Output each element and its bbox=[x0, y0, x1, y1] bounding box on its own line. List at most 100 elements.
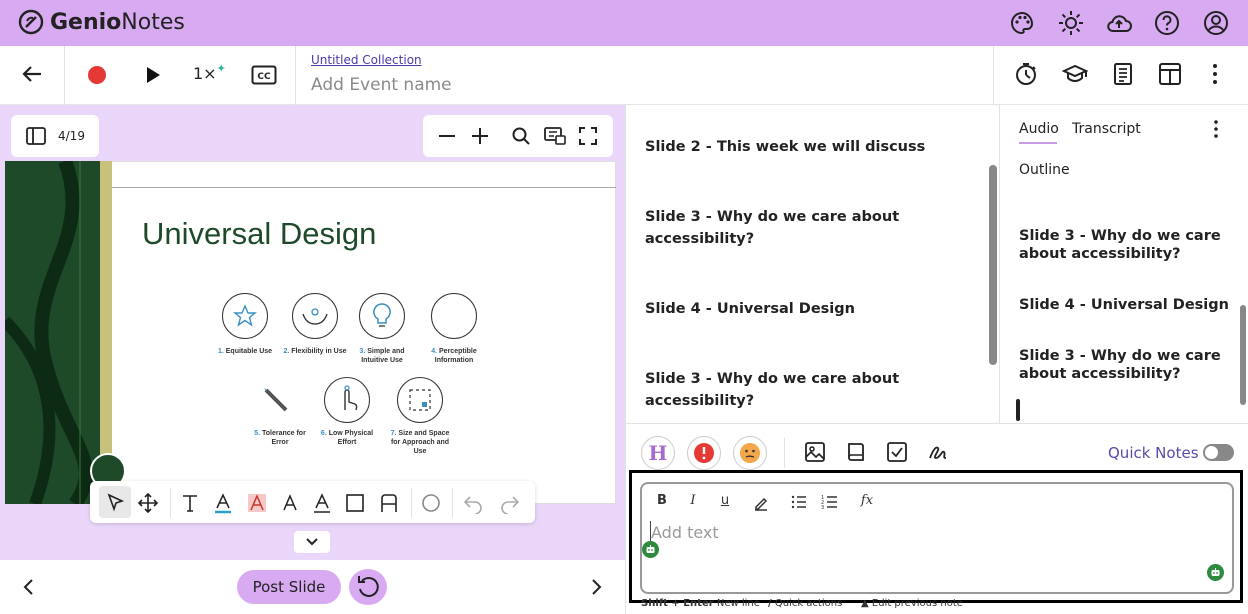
timer-icon[interactable] bbox=[1013, 61, 1041, 89]
hand-touch-icon bbox=[324, 377, 370, 423]
frame-icon[interactable] bbox=[378, 492, 400, 514]
bullet-list-icon[interactable] bbox=[790, 493, 808, 511]
principle-label: 3. Simple and Intuitive Use bbox=[359, 348, 405, 364]
record-button[interactable] bbox=[88, 66, 106, 84]
closed-captions-icon[interactable]: CC bbox=[251, 65, 277, 85]
play-icon[interactable] bbox=[143, 65, 163, 85]
heading-button[interactable]: H bbox=[641, 436, 675, 470]
cloud-upload-icon[interactable] bbox=[1105, 9, 1133, 37]
note-item[interactable]: Slide 3 - Why do we care about accessibi… bbox=[645, 368, 975, 412]
font-icon[interactable] bbox=[279, 492, 301, 514]
fullscreen-icon[interactable] bbox=[578, 126, 598, 146]
perceptible-info-icon bbox=[431, 293, 477, 339]
ai-assistant-icon[interactable] bbox=[642, 541, 659, 558]
event-name-input[interactable]: Add Event name bbox=[311, 75, 452, 95]
more-vert-icon[interactable] bbox=[1202, 61, 1230, 89]
app-logo[interactable]: Genio Notes bbox=[18, 9, 185, 35]
book-icon[interactable] bbox=[844, 440, 868, 464]
outline-item[interactable]: Slide 3 - Why do we care about accessibi… bbox=[1019, 347, 1229, 383]
reset-button[interactable] bbox=[349, 569, 387, 605]
divider bbox=[625, 105, 626, 614]
notes-icon[interactable] bbox=[1110, 61, 1138, 89]
zoom-in-icon[interactable] bbox=[470, 126, 490, 146]
rotate-icon bbox=[358, 576, 379, 597]
prev-slide-icon[interactable] bbox=[20, 577, 38, 597]
highlight-text-icon[interactable] bbox=[246, 492, 268, 514]
flexibility-icon bbox=[292, 293, 338, 339]
speed-label: 1× bbox=[193, 64, 217, 83]
alert-icon bbox=[694, 443, 714, 463]
equitable-use-icon bbox=[222, 293, 268, 339]
pencil-icon bbox=[260, 384, 292, 416]
undo-icon[interactable] bbox=[462, 492, 484, 514]
post-slide-button[interactable]: Post Slide bbox=[237, 570, 341, 604]
important-button[interactable] bbox=[687, 436, 721, 470]
principle-label: 2. Flexibility in Use bbox=[283, 348, 347, 355]
zoom-out-icon[interactable] bbox=[437, 126, 457, 146]
underline-icon[interactable]: u bbox=[716, 493, 734, 511]
sidebar-toggle-icon[interactable] bbox=[25, 126, 47, 146]
principle-label: 7. Size and Space for Approach and Use bbox=[390, 430, 450, 455]
page-indicator: 4/19 bbox=[58, 129, 85, 143]
shortcut-hint: / Quick actions bbox=[768, 598, 843, 609]
tab-transcript[interactable]: Transcript bbox=[1072, 121, 1141, 137]
next-slide-icon[interactable] bbox=[587, 577, 605, 597]
principle-label: 4. Perceptible Information bbox=[431, 348, 477, 364]
note-item[interactable]: Slide 4 - Universal Design bbox=[645, 298, 975, 320]
principle-label: 6. Low Physical Effort bbox=[320, 430, 374, 446]
divider bbox=[170, 488, 171, 518]
screen-capture-icon[interactable] bbox=[543, 125, 567, 147]
redo-icon[interactable] bbox=[499, 492, 521, 514]
ai-assistant-icon[interactable] bbox=[1207, 564, 1224, 581]
sparkle-icon: ✦ bbox=[216, 62, 226, 75]
principle-label: 1. Equitable Use bbox=[217, 348, 273, 355]
active-tab-indicator bbox=[1019, 142, 1057, 144]
brightness-icon[interactable] bbox=[1057, 9, 1085, 37]
panel-more-icon[interactable] bbox=[1205, 118, 1227, 140]
note-item[interactable]: Slide 3 - Why do we care about accessibi… bbox=[645, 206, 975, 250]
italic-icon[interactable]: I bbox=[684, 493, 702, 511]
confused-button[interactable] bbox=[733, 436, 767, 470]
formula-icon[interactable]: fx bbox=[858, 493, 876, 511]
playback-speed[interactable]: 1×✦ bbox=[193, 62, 226, 83]
text-tool-icon[interactable] bbox=[179, 492, 201, 514]
search-icon[interactable] bbox=[511, 126, 531, 146]
tab-audio[interactable]: Audio bbox=[1019, 121, 1059, 137]
draw-icon[interactable] bbox=[926, 440, 950, 464]
lightbulb-icon bbox=[359, 293, 405, 339]
outline-scrollbar[interactable] bbox=[1240, 305, 1246, 405]
outline-item[interactable]: Slide 3 - Why do we care about accessibi… bbox=[1019, 227, 1229, 263]
text-color-icon[interactable] bbox=[212, 492, 234, 514]
circle-icon[interactable] bbox=[420, 492, 442, 514]
back-arrow-icon[interactable] bbox=[19, 61, 47, 89]
collapse-button[interactable] bbox=[294, 531, 330, 553]
audio-cursor bbox=[1016, 399, 1020, 421]
divider bbox=[411, 488, 412, 518]
outline-item[interactable]: Slide 4 - Universal Design bbox=[1019, 296, 1229, 314]
divider bbox=[625, 423, 1248, 424]
move-icon[interactable] bbox=[137, 492, 159, 514]
shortcut-hint: Shift + Enter New line bbox=[641, 598, 760, 609]
image-icon[interactable] bbox=[803, 440, 827, 464]
size-space-icon bbox=[397, 377, 443, 423]
font-outline-icon[interactable] bbox=[311, 492, 333, 514]
palette-icon[interactable] bbox=[1008, 9, 1036, 37]
bold-icon[interactable]: B bbox=[653, 493, 671, 511]
checkbox-icon[interactable] bbox=[885, 440, 909, 464]
slide-rule bbox=[112, 187, 616, 188]
help-icon[interactable] bbox=[1153, 9, 1181, 37]
shortcut-hint: ▲ Edit previous note bbox=[861, 598, 963, 609]
highlighter-icon[interactable] bbox=[752, 493, 770, 511]
note-item[interactable]: Slide 2 - This week we will discuss bbox=[645, 136, 975, 158]
numbered-list-icon[interactable]: 123 bbox=[821, 493, 839, 511]
notes-scrollbar[interactable] bbox=[989, 165, 997, 365]
pointer-icon[interactable] bbox=[104, 492, 126, 514]
divider bbox=[295, 46, 296, 105]
layout-icon[interactable] bbox=[1157, 61, 1185, 89]
account-icon[interactable] bbox=[1202, 9, 1230, 37]
collection-link[interactable]: Untitled Collection bbox=[311, 53, 422, 67]
note-text-input[interactable]: Add text bbox=[651, 523, 719, 542]
rectangle-icon[interactable] bbox=[344, 492, 366, 514]
outline-label: Outline bbox=[1019, 162, 1070, 178]
graduation-cap-icon[interactable] bbox=[1062, 61, 1090, 89]
